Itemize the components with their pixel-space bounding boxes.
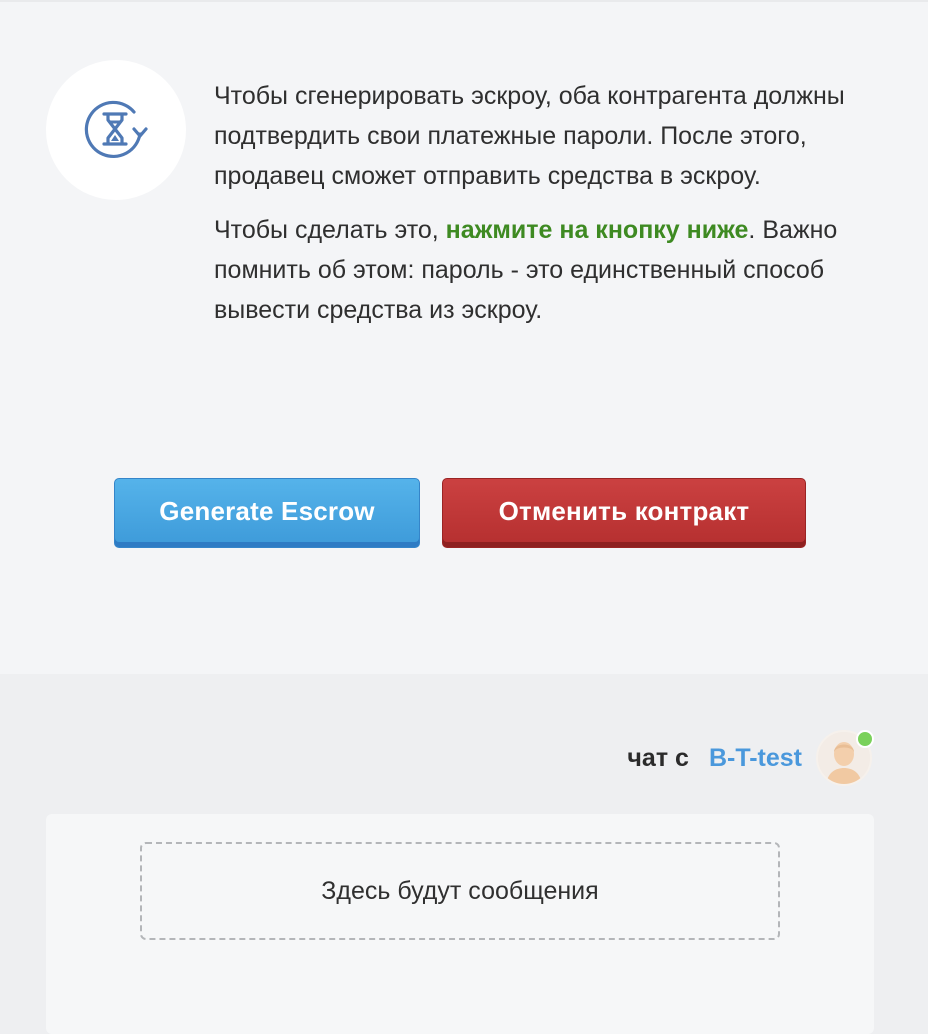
chat-header: чат с B-T-test — [627, 730, 872, 786]
escrow-icon-badge — [46, 60, 186, 200]
hourglass-refresh-icon — [84, 100, 148, 159]
online-status-indicator — [856, 730, 874, 748]
chat-messages-area: Здесь будут сообщения — [46, 814, 874, 1034]
instructions-prefix: Чтобы сделать это, — [214, 216, 446, 244]
chat-partner-link[interactable]: B-T-test — [709, 744, 802, 773]
generate-escrow-button[interactable]: Generate Escrow — [114, 478, 420, 548]
chat-with-label: чат с — [627, 743, 689, 772]
instructions-highlight: нажмите на кнопку ниже — [445, 216, 749, 244]
messages-placeholder: Здесь будут сообщения — [140, 842, 780, 940]
escrow-panel: Чтобы сгенерировать эскроу, оба контраге… — [0, 0, 928, 674]
escrow-instructions-paragraph-2: Чтобы сделать это, нажмите на кнопку ниж… — [214, 210, 854, 330]
cancel-contract-button[interactable]: Отменить контракт — [442, 478, 806, 548]
escrow-instructions: Чтобы сгенерировать эскроу, оба контраге… — [214, 76, 854, 344]
escrow-instructions-paragraph-1: Чтобы сгенерировать эскроу, оба контраге… — [214, 82, 845, 190]
